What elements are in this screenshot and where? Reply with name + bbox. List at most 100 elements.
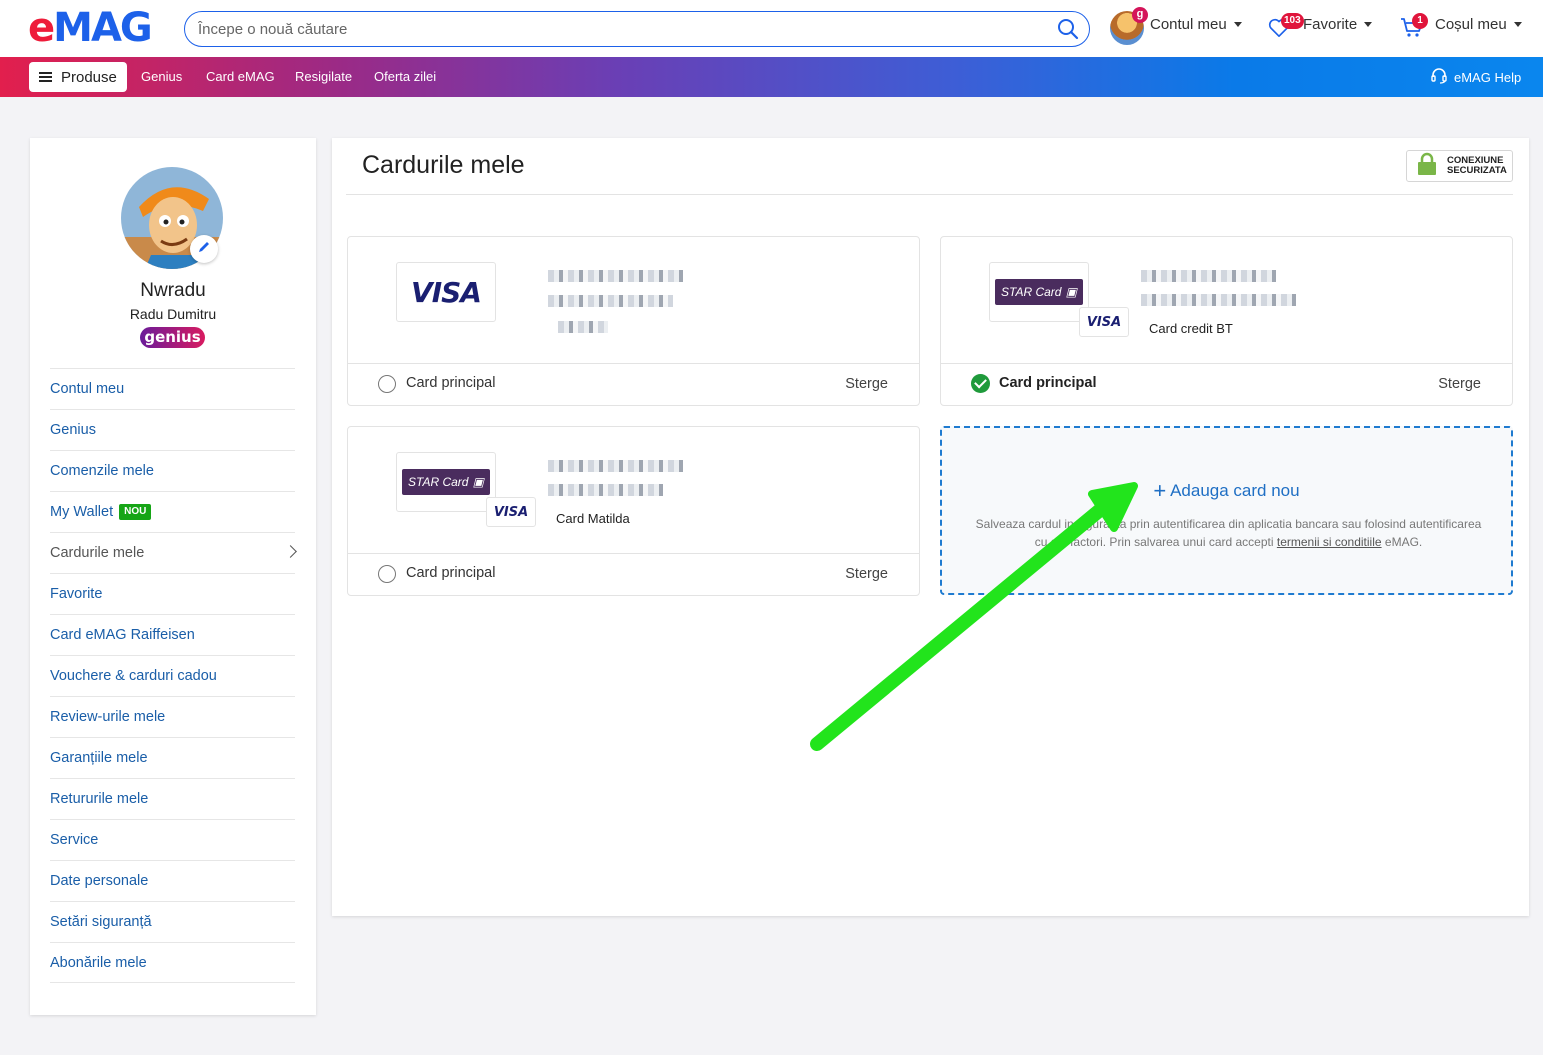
card-divider (941, 363, 1512, 364)
sidebar-item-label: Genius (50, 422, 96, 438)
help-label: eMAG Help (1454, 70, 1522, 85)
sidebar-item-retururile-mele[interactable]: Retururile mele (50, 778, 295, 819)
add-card-label: Adauga card nou (1170, 481, 1300, 500)
help-link[interactable]: eMAG Help (1430, 67, 1521, 88)
caret-down-icon (1364, 22, 1373, 27)
delete-card-button[interactable]: Sterge (845, 376, 888, 392)
produse-button[interactable]: Produse (29, 62, 127, 92)
card-divider (348, 363, 919, 364)
genius-badge: genius (140, 327, 205, 348)
caret-down-icon (1513, 22, 1522, 27)
saved-card: STAR Card ▣ VISA Card Matilda Card princi… (347, 426, 920, 596)
delete-card-button[interactable]: Sterge (1438, 376, 1481, 392)
sidebar-item-label: Service (50, 832, 99, 848)
username: Nwradu (140, 280, 206, 301)
nav-link-genius[interactable]: Genius (141, 69, 182, 84)
card-principal-check-icon[interactable] (971, 374, 990, 393)
card-principal-label[interactable]: Card principal (406, 565, 495, 581)
star-card-logo: STAR Card ▣ (402, 469, 490, 495)
terms-link[interactable]: termenii si conditiile (1277, 535, 1382, 549)
favorites-label: Favorite (1303, 16, 1358, 33)
sidebar-item-comenzile-mele[interactable]: Comenzile mele (50, 450, 295, 491)
card-number-masked (548, 460, 683, 472)
card-name: Card Matilda (556, 511, 630, 526)
account-menu[interactable]: Contul meu (1150, 16, 1242, 33)
search-input[interactable] (184, 11, 1090, 47)
search-icon[interactable] (1056, 17, 1080, 41)
sidebar-item-label: Contul meu (50, 381, 125, 397)
saved-card: STAR Card ▣ VISA Card credit BT Card prin… (940, 236, 1513, 406)
sidebar-item-label: Cardurile mele (50, 545, 145, 561)
delete-card-button[interactable]: Sterge (845, 566, 888, 582)
sidebar-item-contul-meu[interactable]: Contul meu (50, 368, 295, 409)
logo-e: e (28, 5, 55, 51)
mini-visa-logo: VISA (486, 497, 536, 527)
star-card-text: STAR Card (408, 475, 469, 489)
card-divider (348, 553, 919, 554)
sidebar-item-cardurile-mele[interactable]: Cardurile mele (50, 532, 297, 573)
sidebar-item-label: Comenzile mele (50, 463, 154, 479)
favorites-badge: 103 (1281, 13, 1304, 29)
star-card-text: STAR Card (1001, 285, 1062, 299)
sidebar-item-card-emag-raiffeisen[interactable]: Card eMAG Raiffeisen (50, 614, 295, 655)
sidebar-item-service[interactable]: Service (50, 819, 295, 860)
card-principal-radio[interactable] (378, 375, 396, 393)
add-card-button[interactable]: + Adauga card nou Salveaza cardul in sig… (940, 426, 1513, 595)
card-holder-masked (548, 295, 673, 307)
card-name: Card credit BT (1149, 321, 1233, 336)
card-principal-label[interactable]: Card principal (406, 375, 495, 391)
card-expiry-masked (558, 321, 608, 333)
secure-connection-badge: CONEXIUNE SECURIZATA (1406, 150, 1513, 182)
sidebar-item-label: Review-urile mele (50, 709, 166, 725)
cart-menu[interactable]: Coșul meu (1435, 16, 1522, 33)
sidebar-item-favorite[interactable]: Favorite (50, 573, 295, 614)
cards-panel: Cardurile mele CONEXIUNE SECURIZATA VISA … (332, 138, 1529, 916)
nav-bar: Produse Genius Card eMAG Resigilate Ofer… (0, 57, 1543, 97)
sidebar-item-vouchere-carduri-cadou[interactable]: Vouchere & carduri cadou (50, 655, 295, 696)
nav-link-oferta-zilei[interactable]: Oferta zilei (374, 69, 436, 84)
nav-link-resigilate[interactable]: Resigilate (295, 69, 352, 84)
new-badge: NOU (119, 504, 152, 520)
full-name: Radu Dumitru (129, 306, 217, 322)
plus-icon: + (1153, 478, 1167, 503)
sidebar-item-label: My Wallet (50, 504, 114, 520)
favorites-menu[interactable]: Favorite (1303, 16, 1373, 33)
bt-crest-icon: ▣ (472, 475, 484, 489)
edit-avatar-button[interactable] (190, 235, 218, 263)
visa-logo: VISA (411, 275, 482, 309)
star-card-logo: STAR Card ▣ (995, 279, 1083, 305)
add-card-desc-end: eMAG. (1381, 535, 1423, 549)
sidebar-item-date-personale[interactable]: Date personale (50, 860, 295, 901)
pencil-icon (197, 240, 211, 259)
card-principal-label[interactable]: Card principal (999, 375, 1097, 391)
mini-visa-text: VISA (493, 504, 529, 520)
sidebar-item-label: Vouchere & carduri cadou (50, 668, 217, 684)
mini-visa-text: VISA (1086, 314, 1122, 330)
sidebar-item-set-ri-siguran[interactable]: Setări siguranță (50, 901, 295, 942)
sidebar-item-abon-rile-mele[interactable]: Abonările mele (50, 942, 295, 983)
card-holder-masked (1141, 294, 1296, 306)
sidebar-item-my-wallet[interactable]: My Wallet NOU (50, 491, 295, 532)
logo-mag: MAG (53, 5, 153, 51)
lock-icon (1417, 152, 1437, 181)
card-logo: STAR Card ▣ (989, 262, 1089, 322)
title-divider (346, 194, 1513, 195)
secure-text-2: SECURIZATA (1447, 165, 1507, 176)
sidebar-item-label: Setări siguranță (50, 914, 152, 930)
sidebar-item-genius[interactable]: Genius (50, 409, 295, 450)
menu-icon (39, 72, 52, 82)
sidebar-item-review-urile-mele[interactable]: Review-urile mele (50, 696, 295, 737)
cart-badge: 1 (1412, 13, 1428, 29)
card-holder-masked (548, 484, 663, 496)
sidebar-item-garan-iile-mele[interactable]: Garanțiile mele (50, 737, 295, 778)
sidebar-item-label: Card eMAG Raiffeisen (50, 627, 195, 643)
top-header: eMAG g Contul meu 103 Favorite 1 Coșul m… (0, 0, 1543, 57)
card-principal-radio[interactable] (378, 565, 396, 583)
nav-link-card-emag[interactable]: Card eMAG (206, 69, 275, 84)
emag-logo[interactable]: eMAG (28, 5, 153, 51)
add-card-title[interactable]: + Adauga card nou (942, 478, 1511, 504)
mini-visa-logo: VISA (1079, 307, 1129, 337)
cart-label: Coșul meu (1435, 16, 1507, 33)
card-number-masked (1141, 270, 1276, 282)
caret-down-icon (1233, 22, 1242, 27)
